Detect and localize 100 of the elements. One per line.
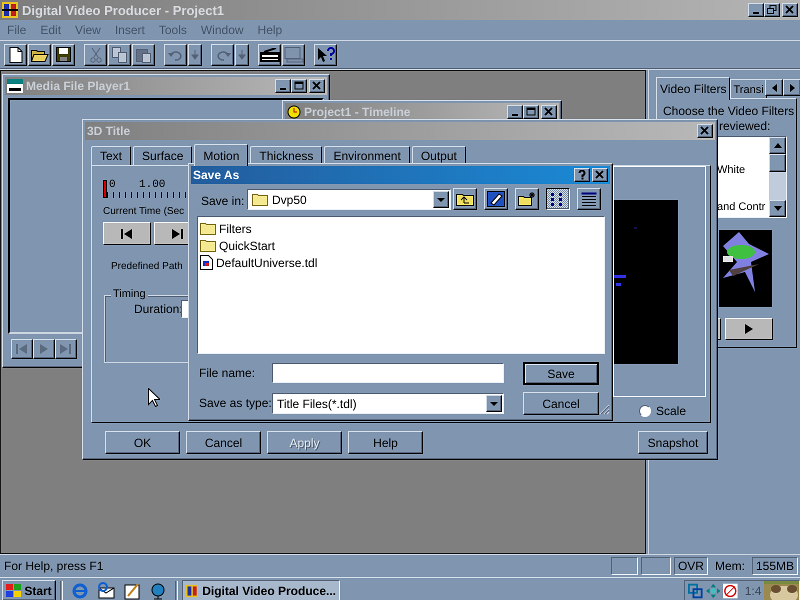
slider-label: 0: [109, 179, 116, 191]
window-title: Save As: [193, 168, 240, 182]
cursor-icon: [148, 388, 160, 407]
scroll-right-button[interactable]: [783, 79, 800, 96]
close-icon: [785, 5, 795, 15]
prompt-text: Choose the Video Filters: [663, 104, 794, 118]
scrollbar[interactable]: [769, 137, 786, 217]
slider-label: 1.00: [139, 179, 166, 191]
up-folder-button[interactable]: [453, 188, 477, 210]
status-label: Mem:: [714, 559, 746, 573]
status-indicator: OVR: [674, 557, 708, 575]
edit-icon: [123, 582, 141, 600]
skip-back-icon: [121, 228, 133, 238]
max-icon: [294, 81, 304, 91]
resize-grip-icon: [599, 404, 610, 415]
restore-button[interactable]: [764, 3, 780, 17]
clock: 1:4: [744, 584, 762, 598]
skip-forward-icon: [172, 228, 184, 238]
scroll-thumb[interactable]: [769, 154, 786, 172]
tab[interactable]: Video Filters: [656, 77, 730, 100]
skip-back-icon: [16, 344, 28, 354]
globe-icon: [149, 582, 167, 600]
field-label: File name:: [199, 366, 256, 380]
close-button[interactable]: [592, 168, 608, 182]
close-button[interactable]: [697, 124, 713, 138]
close-button[interactable]: [782, 3, 798, 17]
tab[interactable]: Transi: [730, 79, 767, 99]
minimize-button[interactable]: [748, 3, 764, 17]
play-icon: [40, 344, 48, 354]
minimize-icon: [512, 114, 518, 116]
minimize-icon: [280, 88, 286, 90]
folder-dropdown[interactable]: Dvp50: [247, 189, 451, 210]
folder-entry[interactable]: QuickStart: [200, 237, 276, 254]
dialog-button[interactable]: Cancel: [523, 392, 599, 415]
close-button[interactable]: [541, 105, 557, 119]
minimize-button[interactable]: [275, 79, 291, 93]
list-item[interactable]: and Contr: [717, 201, 766, 213]
file-name-field[interactable]: [272, 363, 504, 383]
field-label: Save in:: [201, 194, 244, 208]
document-entry[interactable]: DefaultUniverse.tdl: [200, 254, 318, 271]
down-arrow-icon: [774, 206, 782, 211]
details-view-icon: [581, 192, 597, 206]
dialog-button[interactable]: OK: [105, 431, 180, 454]
file-type-dropdown[interactable]: Title Files(*.tdl): [272, 393, 504, 414]
down-arrow-icon: [238, 50, 246, 60]
details-view-button[interactable]: [577, 188, 601, 210]
close-icon: [700, 126, 710, 136]
dialog-button[interactable]: Help: [348, 431, 423, 454]
list-item[interactable]: White: [717, 164, 746, 176]
monitor-icon: [284, 46, 304, 62]
up-arrow-icon: [774, 143, 782, 148]
skip-forward-icon: [60, 344, 72, 354]
play-icon: [745, 324, 753, 334]
folder-entry[interactable]: Filters: [200, 220, 252, 237]
open-button[interactable]: [28, 44, 51, 66]
help-button[interactable]: [574, 168, 590, 182]
status-panel: [640, 557, 671, 575]
prompt-text: reviewed:: [719, 119, 770, 133]
snapshot-button[interactable]: Snapshot: [638, 431, 708, 454]
storyboard-button[interactable]: [258, 44, 281, 66]
file-icon: [200, 255, 213, 270]
dialog-button[interactable]: Save: [523, 362, 599, 385]
minimize-button[interactable]: [507, 105, 523, 119]
dialog-button[interactable]: Cancel: [186, 431, 261, 454]
down-arrow-icon: [191, 50, 199, 60]
minimize-icon: [753, 12, 759, 14]
close-icon: [544, 107, 554, 117]
desktop-button[interactable]: [484, 188, 508, 210]
new-folder-button[interactable]: [515, 188, 539, 210]
player-icon: [7, 79, 23, 93]
filter-list[interactable]: White and Contr: [715, 136, 787, 218]
list-view-button[interactable]: [546, 188, 570, 210]
maximize-button[interactable]: [291, 79, 307, 93]
caret-icon: [437, 198, 445, 202]
radio-button[interactable]: [639, 405, 651, 417]
scroll-left-button[interactable]: [765, 79, 783, 96]
film-strip-icon: [260, 48, 280, 62]
tab[interactable]: Text: [91, 146, 132, 165]
folder-icon: [200, 222, 216, 235]
right-arrow-icon: [790, 84, 794, 92]
maximize-button[interactable]: [523, 105, 539, 119]
window-title: Project1 - Timeline: [304, 105, 412, 119]
no-sign-icon: [723, 582, 738, 598]
file-list[interactable]: Filters QuickStart DefaultUniverse.tdl: [197, 216, 605, 354]
tab[interactable]: Motion: [194, 144, 248, 166]
new-file-button[interactable]: [4, 44, 27, 66]
tab[interactable]: Surface: [133, 146, 192, 165]
close-button[interactable]: [309, 79, 325, 93]
save-button[interactable]: [52, 44, 75, 66]
app-icon: [186, 582, 198, 598]
up-folder-icon: [456, 192, 474, 206]
context-help-button[interactable]: [314, 44, 337, 66]
field-label: Save as type:: [199, 396, 272, 410]
start-button[interactable]: Start: [2, 580, 56, 600]
max-icon: [526, 107, 536, 117]
field-label: Current Time (Sec: [103, 206, 184, 217]
taskbar-button[interactable]: Digital Video Produce...: [182, 580, 340, 600]
browser-icon: [71, 582, 89, 600]
folder-icon: [200, 239, 216, 252]
mail-icon: [97, 582, 115, 600]
